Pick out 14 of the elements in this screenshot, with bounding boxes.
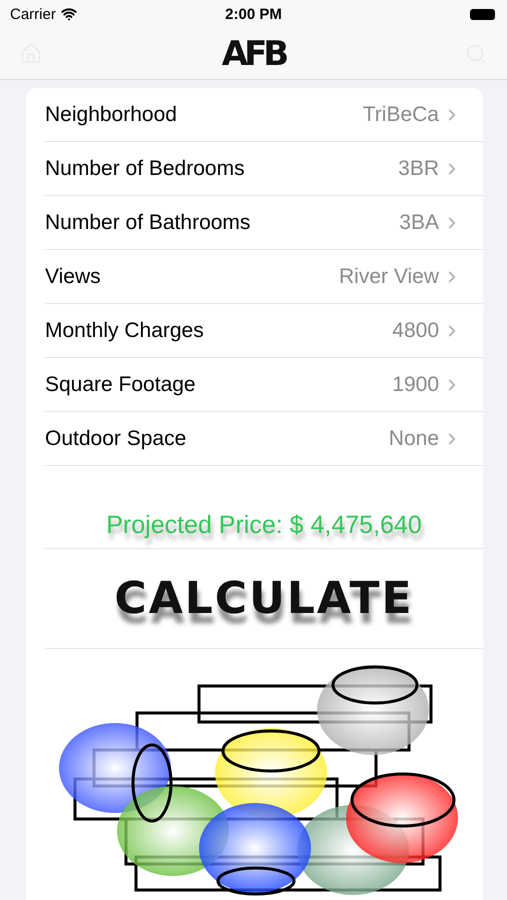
row-label[interactable]: Number of Bedrooms	[45, 156, 398, 180]
row-label[interactable]: Monthly Charges	[45, 318, 392, 342]
row-label[interactable]: Views	[45, 264, 340, 288]
carrier-name: Carrier	[10, 6, 56, 22]
row-label[interactable]: Outdoor Space	[45, 426, 389, 450]
wifi-icon	[60, 6, 77, 22]
projected-price: Projected Price: $ 4,475,640	[106, 511, 422, 540]
row-label[interactable]: Number of Bathrooms	[45, 210, 400, 234]
battery-icon	[470, 8, 495, 20]
calculate-button[interactable]: CALCULATE	[114, 573, 414, 624]
status-time: 2:00 PM	[225, 6, 282, 22]
row-label[interactable]: Square Footage	[45, 372, 392, 396]
row-label[interactable]: Neighborhood	[45, 102, 363, 126]
app-logo: AFB	[222, 36, 286, 70]
